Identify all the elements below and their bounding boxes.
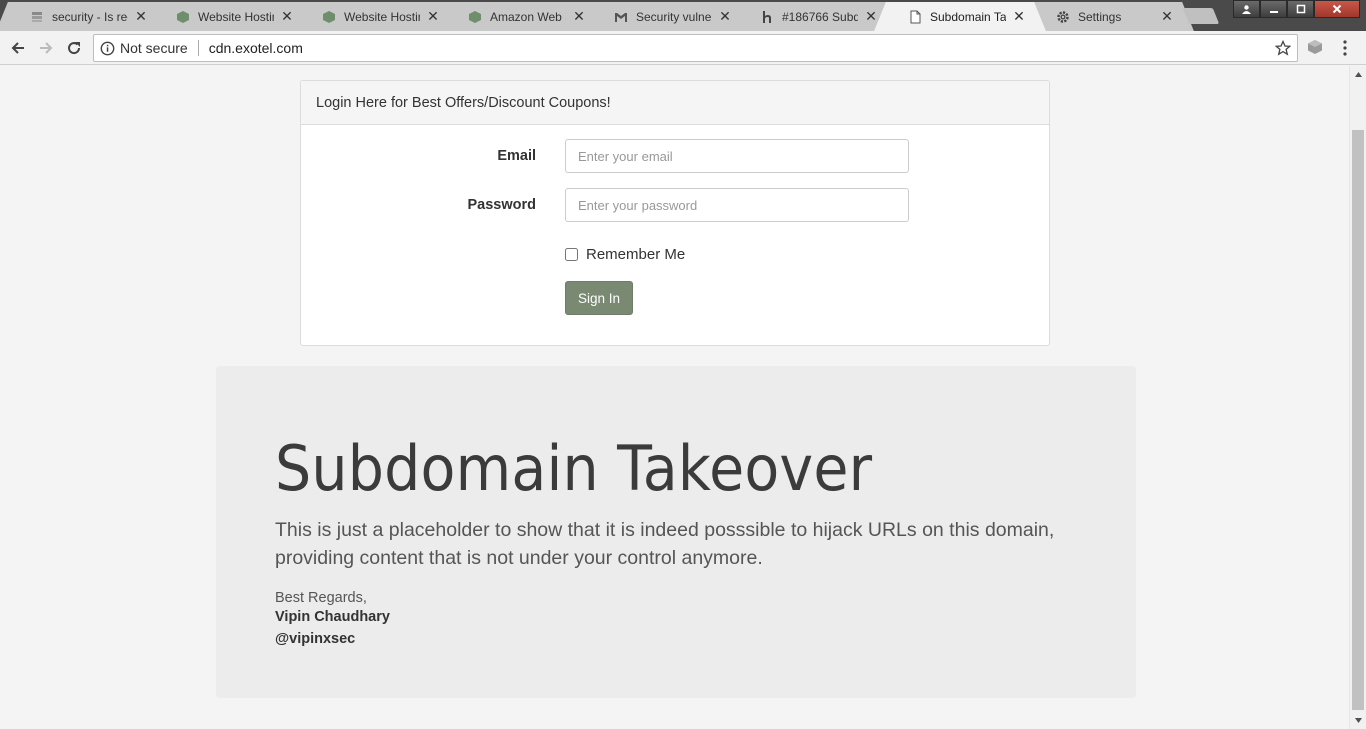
tab-website-hosting-2[interactable]: Website Hosting ✕ [300, 2, 448, 31]
scroll-thumb[interactable] [1352, 130, 1364, 710]
remember-me-checkbox[interactable] [565, 248, 578, 261]
page-scrollbar[interactable] [1349, 66, 1366, 729]
tab-website-hosting-1[interactable]: Website Hosting ✕ [154, 2, 302, 31]
close-icon [1332, 4, 1342, 14]
lead-paragraph: This is just a placeholder to show that … [275, 519, 1055, 569]
scroll-up-icon[interactable] [1354, 70, 1363, 79]
author-handle: @vipinxsec [275, 631, 356, 647]
tab-strip: security - Is reg ✕ Website Hosting ✕ We… [0, 0, 1366, 31]
author-name: Vipin Chaudhary [275, 609, 390, 625]
close-icon[interactable]: ✕ [1012, 8, 1026, 25]
forward-button[interactable] [36, 38, 56, 58]
close-window-button[interactable] [1314, 0, 1360, 18]
arrow-right-icon [40, 42, 53, 54]
panel-heading: Login Here for Best Offers/Discount Coup… [301, 81, 1049, 125]
gmail-icon [614, 10, 628, 24]
email-field[interactable] [565, 139, 909, 173]
page-viewport: Login Here for Best Offers/Discount Coup… [0, 66, 1349, 729]
remember-me[interactable]: Remember Me [565, 246, 685, 263]
page-title: Subdomain Takeover [275, 432, 873, 505]
back-button[interactable] [8, 38, 28, 58]
scroll-down-icon[interactable] [1354, 716, 1363, 725]
minimize-icon [1269, 11, 1278, 13]
info-icon [100, 41, 115, 55]
reload-icon [68, 42, 81, 55]
tab-title: Subdomain Take [930, 9, 1006, 24]
extension-icon[interactable] [1306, 38, 1324, 61]
security-indicator[interactable]: Not secure [94, 40, 188, 56]
sign-in-button[interactable]: Sign In [565, 281, 633, 315]
tab-amazon-web-services[interactable]: Amazon Web Se ✕ [446, 2, 594, 31]
hackerone-icon [760, 10, 774, 24]
remember-me-label: Remember Me [586, 246, 686, 263]
aws-cube-icon [322, 10, 336, 24]
regards-text: Best Regards, [275, 590, 367, 606]
email-row: Email [301, 139, 1051, 173]
tab-settings[interactable]: Settings ✕ [1034, 2, 1182, 31]
minimize-button[interactable] [1260, 0, 1287, 18]
user-icon [1242, 4, 1251, 14]
browser-toolbar: Not secure cdn.exotel.com [0, 31, 1366, 65]
address-bar[interactable]: Not secure cdn.exotel.com [93, 34, 1298, 62]
login-panel: Login Here for Best Offers/Discount Coup… [300, 80, 1050, 346]
tab-subdomain-takeover[interactable]: Subdomain Take ✕ [886, 2, 1034, 31]
tab-title: Amazon Web Se [490, 9, 566, 24]
password-field[interactable] [565, 188, 909, 222]
password-row: Password [301, 188, 1051, 222]
tab-hackerone[interactable]: #186766 Subdo ✕ [738, 2, 886, 31]
tab-title: Website Hosting [198, 9, 274, 24]
tab-title: Website Hosting [344, 9, 420, 24]
tab-title: Security vulnera [636, 9, 712, 24]
maximize-button[interactable] [1287, 0, 1314, 18]
divider [197, 40, 199, 56]
tab-title: Settings [1078, 9, 1122, 24]
tab-title: #186766 Subdo [782, 9, 858, 24]
aws-cube-icon [468, 10, 482, 24]
close-icon[interactable]: ✕ [864, 8, 878, 25]
kebab-menu-icon[interactable] [1342, 40, 1348, 61]
aws-cube-icon [176, 10, 190, 24]
stackexchange-icon [30, 10, 44, 24]
bookmark-star-icon[interactable] [1274, 39, 1292, 59]
profile-button[interactable] [1233, 0, 1260, 18]
password-label: Password [467, 197, 537, 213]
email-label: Email [497, 148, 536, 164]
jumbotron: Subdomain Takeover This is just a placeh… [216, 366, 1136, 698]
reload-button[interactable] [64, 38, 84, 58]
window-controls [1233, 0, 1360, 20]
tab-security[interactable]: security - Is reg ✕ [8, 2, 156, 31]
not-secure-label: Not secure [120, 40, 188, 56]
tab-title: security - Is reg [52, 9, 128, 24]
gear-icon [1056, 10, 1070, 24]
page-icon [908, 10, 922, 24]
url-text[interactable]: cdn.exotel.com [209, 40, 303, 56]
tab-gmail[interactable]: Security vulnera ✕ [592, 2, 740, 31]
arrow-left-icon [11, 42, 24, 54]
maximize-icon [1296, 4, 1305, 14]
close-icon[interactable]: ✕ [1160, 8, 1174, 25]
new-tab-button[interactable] [1182, 8, 1220, 24]
